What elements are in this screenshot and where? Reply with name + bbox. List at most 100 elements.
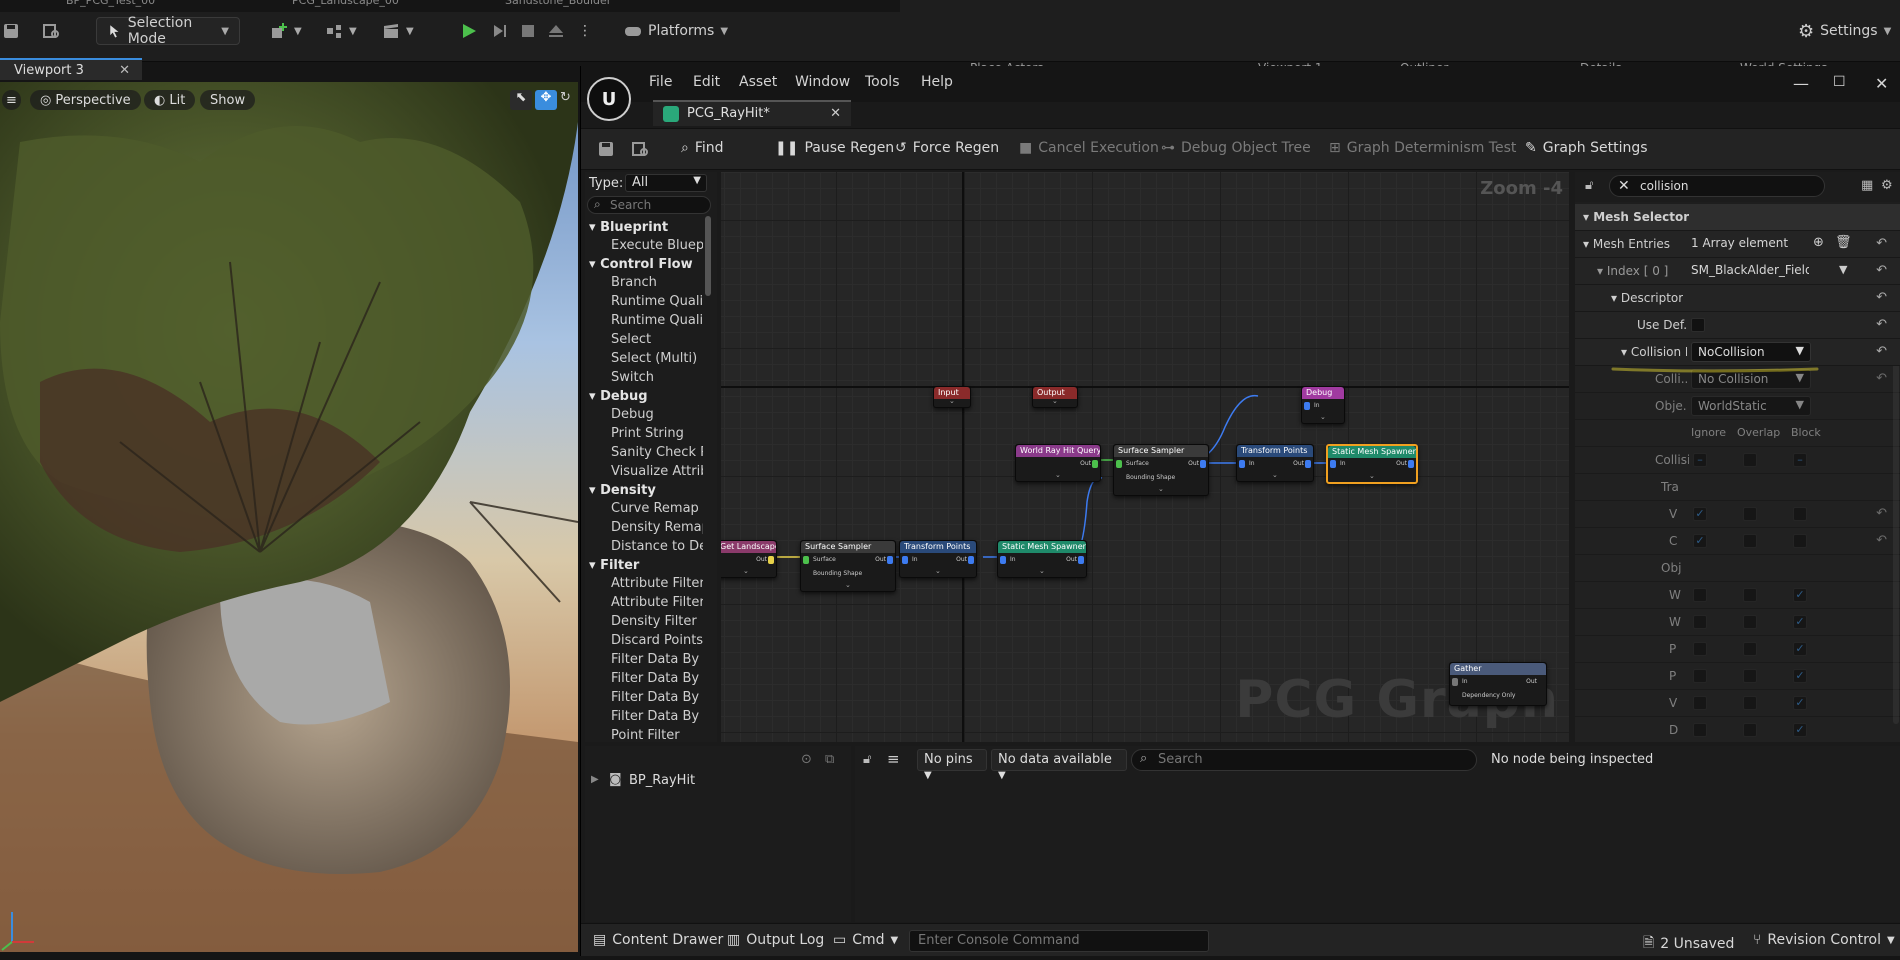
graph-tab[interactable]: PCG_RayHit* ✕ bbox=[653, 100, 851, 126]
lock-icon[interactable]: 🔓︎ bbox=[1585, 178, 1593, 193]
palette-item[interactable]: Runtime Quality bbox=[611, 313, 703, 328]
reset-icon[interactable]: ↶ bbox=[1876, 263, 1887, 278]
response-checkbox[interactable] bbox=[1693, 642, 1707, 656]
play-button[interactable] bbox=[460, 14, 478, 48]
response-checkbox[interactable]: ✓ bbox=[1793, 642, 1807, 656]
response-checkbox[interactable] bbox=[1743, 507, 1757, 521]
force-regen-button[interactable]: ↺ Force Regen bbox=[895, 140, 999, 156]
response-checkbox[interactable] bbox=[1743, 723, 1757, 737]
close-icon[interactable]: ✕ bbox=[830, 106, 841, 121]
response-checkbox[interactable]: ✓ bbox=[1793, 615, 1807, 629]
document-tab[interactable]: PCG_Landscape_00 bbox=[292, 0, 452, 12]
palette-scrollbar[interactable] bbox=[705, 216, 711, 296]
menu-edit[interactable]: Edit bbox=[693, 74, 720, 90]
add-actor-button[interactable]: ▼ bbox=[270, 14, 302, 48]
browse-icon[interactable] bbox=[42, 14, 60, 48]
debug-object-tree-button[interactable]: ⊶ Debug Object Tree bbox=[1161, 140, 1311, 156]
graph-canvas[interactable]: Zoom -4 PCG Graph Input ⌄ Output ⌄ Debug… bbox=[721, 172, 1569, 742]
response-checkbox[interactable] bbox=[1793, 534, 1807, 548]
close-window-icon[interactable]: ✕ bbox=[1875, 74, 1888, 93]
response-checkbox[interactable] bbox=[1693, 723, 1707, 737]
response-checkbox[interactable] bbox=[1693, 669, 1707, 683]
reset-icon[interactable]: ↶ bbox=[1876, 344, 1887, 359]
palette-item[interactable]: Attribute Filter Range bbox=[611, 595, 703, 610]
menu-asset[interactable]: Asset bbox=[739, 74, 777, 90]
gather-node[interactable]: Gather In Out Dependency Only bbox=[1449, 662, 1547, 706]
reset-icon[interactable]: ↶ bbox=[1876, 290, 1887, 305]
save-icon[interactable] bbox=[2, 14, 20, 48]
block-all-checkbox[interactable]: – bbox=[1793, 453, 1807, 467]
palette-item[interactable]: Select (Multi) bbox=[611, 351, 703, 366]
expand-icon[interactable]: ⌄ bbox=[1158, 485, 1164, 493]
response-checkbox[interactable] bbox=[1793, 507, 1807, 521]
more-options-icon[interactable]: ⋮ bbox=[578, 14, 592, 48]
chevron-down-icon[interactable]: ▼ bbox=[1839, 263, 1847, 276]
response-checkbox[interactable] bbox=[1693, 615, 1707, 629]
level-viewport[interactable] bbox=[0, 82, 578, 952]
palette-item[interactable]: Print String bbox=[611, 426, 703, 441]
expand-icon[interactable]: ⌄ bbox=[949, 397, 955, 405]
object-type-dropdown[interactable]: WorldStatic ▼ bbox=[1691, 396, 1811, 416]
graph-determinism-test-button[interactable]: ⊞ Graph Determinism Test bbox=[1329, 140, 1516, 156]
section-header[interactable]: ▾ Mesh Selector bbox=[1575, 204, 1900, 231]
palette-category[interactable]: ▾ Filter bbox=[589, 558, 639, 573]
surface-sampler-node[interactable]: Surface Sampler Surface Out Bounding Sha… bbox=[1113, 444, 1209, 496]
input-node[interactable]: Input ⌄ bbox=[933, 386, 971, 408]
reset-icon[interactable]: ↶ bbox=[1876, 317, 1887, 332]
type-dropdown[interactable]: All ▼ bbox=[625, 174, 707, 192]
data-dropdown[interactable]: No data available ▼ bbox=[991, 749, 1127, 781]
palette-item[interactable]: Filter Data By Index bbox=[611, 671, 703, 686]
lock-icon[interactable]: 🔓︎ bbox=[863, 752, 871, 767]
eject-button[interactable] bbox=[547, 14, 565, 48]
menu-window[interactable]: Window bbox=[795, 74, 850, 90]
reset-icon[interactable]: ↶ bbox=[1876, 371, 1887, 386]
palette-category[interactable]: ▾ Debug bbox=[589, 389, 648, 404]
browse-icon[interactable]: ⧉ bbox=[825, 752, 834, 767]
palette-item[interactable]: Distance to Density bbox=[611, 539, 703, 554]
expand-arrow-icon[interactable]: ▶ bbox=[591, 774, 599, 785]
collision-preset-dropdown[interactable]: NoCollision ▼ bbox=[1691, 342, 1811, 362]
expand-icon[interactable]: ⌄ bbox=[1369, 472, 1375, 480]
surface-sampler-node[interactable]: Surface Sampler Surface Out Bounding Sha… bbox=[800, 540, 896, 592]
rotate-tool-icon[interactable]: ↻ bbox=[560, 90, 578, 110]
move-tool-icon[interactable]: ✥ bbox=[535, 90, 557, 110]
response-checkbox[interactable] bbox=[1743, 534, 1757, 548]
blueprint-button[interactable]: ▼ bbox=[325, 14, 357, 48]
settings-dropdown[interactable]: ⚙ Settings ▼ bbox=[1798, 14, 1891, 48]
expand-icon[interactable]: ⌄ bbox=[743, 567, 749, 575]
palette-item[interactable]: Point Filter bbox=[611, 728, 703, 743]
maximize-icon[interactable]: ☐ bbox=[1833, 74, 1846, 90]
minimize-icon[interactable]: — bbox=[1793, 74, 1809, 93]
palette-item[interactable]: Density Remap bbox=[611, 520, 703, 535]
palette-search-input[interactable]: ⌕ Search bbox=[587, 196, 711, 214]
response-checkbox[interactable]: ✓ bbox=[1693, 534, 1707, 548]
palette-item[interactable]: Runtime Quality bbox=[611, 294, 703, 309]
overlap-all-checkbox[interactable] bbox=[1743, 453, 1757, 467]
menu-file[interactable]: File bbox=[649, 74, 672, 90]
trash-icon[interactable]: 🗑︎ bbox=[1835, 235, 1852, 250]
close-icon[interactable]: ✕ bbox=[119, 63, 130, 78]
use-default-checkbox[interactable] bbox=[1691, 318, 1705, 332]
attribute-search-input[interactable]: ⌕ Search bbox=[1131, 749, 1477, 771]
response-checkbox[interactable] bbox=[1693, 588, 1707, 602]
gear-icon[interactable]: ⚙ bbox=[1881, 178, 1893, 193]
show-button[interactable]: Show bbox=[200, 90, 256, 110]
cancel-execution-button[interactable]: ■ Cancel Execution bbox=[1019, 140, 1159, 156]
palette-item[interactable]: Discard Points on bbox=[611, 633, 703, 648]
graph-settings-button[interactable]: ✎ Graph Settings bbox=[1525, 140, 1648, 156]
expand-icon[interactable]: ⌄ bbox=[935, 567, 941, 575]
static-mesh-spawner-node-selected[interactable]: Static Mesh Spawner In Out ⌄ bbox=[1326, 444, 1418, 484]
clear-search-icon[interactable]: ✕ bbox=[1618, 178, 1630, 194]
cmd-dropdown[interactable]: ▭ Cmd ▼ bbox=[833, 932, 898, 948]
debug-node[interactable]: Debug In ⌄ bbox=[1301, 386, 1345, 424]
palette-item[interactable]: Sanity Check Point bbox=[611, 445, 703, 460]
select-tool-icon[interactable]: ⬉ bbox=[510, 90, 532, 110]
pause-regen-button[interactable]: ❚❚ Pause Regen bbox=[775, 140, 894, 156]
palette-item[interactable]: Select bbox=[611, 332, 703, 347]
table-view-icon[interactable]: ▦ bbox=[1861, 178, 1873, 193]
static-mesh-spawner-node[interactable]: Static Mesh Spawner In Out ⌄ bbox=[997, 540, 1087, 578]
document-tab[interactable]: BP_PCG_Test_00 bbox=[66, 0, 216, 12]
reset-icon[interactable]: ↶ bbox=[1876, 236, 1887, 251]
palette-category[interactable]: ▾ Blueprint bbox=[589, 220, 668, 235]
viewport-tab[interactable]: Viewport 3 ✕ bbox=[0, 58, 142, 80]
